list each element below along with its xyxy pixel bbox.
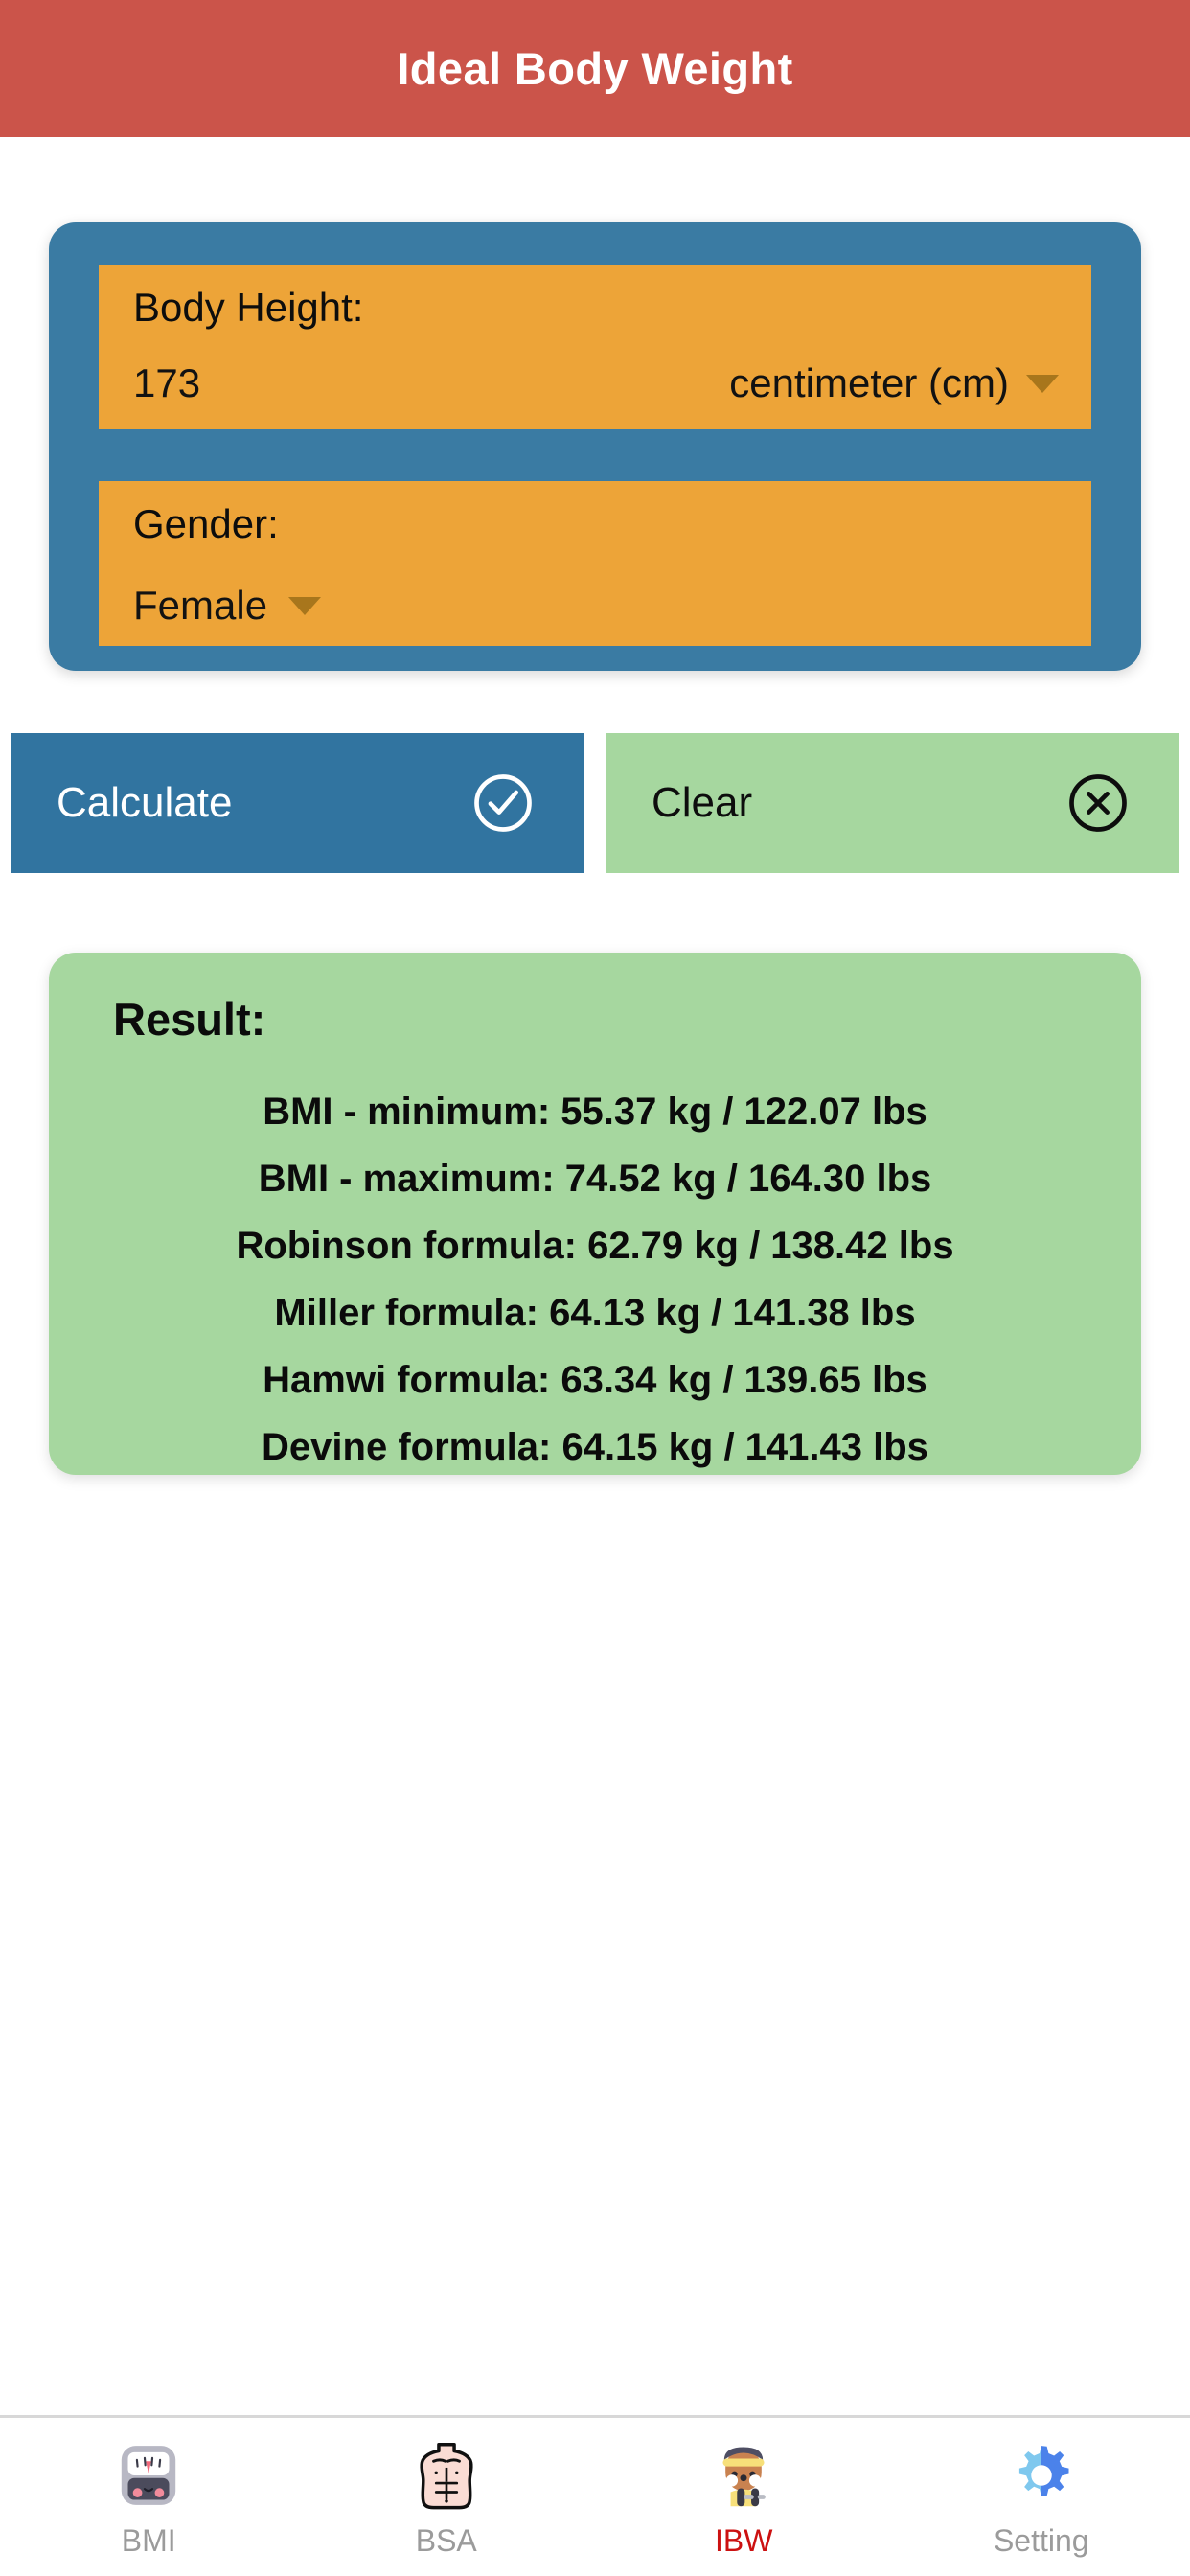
- app-header-bar: Ideal Body Weight: [0, 0, 1190, 137]
- result-line: Hamwi formula: 63.34 kg / 139.65 lbs: [263, 1359, 927, 1401]
- gender-field[interactable]: Gender: Female: [99, 481, 1091, 646]
- result-title: Result:: [113, 994, 266, 1045]
- height-unit-dropdown[interactable]: centimeter (cm): [729, 360, 1059, 406]
- app-screen: Ideal Body Weight Body Height: 173 centi…: [0, 0, 1190, 2576]
- chevron-down-icon: [1026, 374, 1059, 393]
- main-content: Body Height: 173 centimeter (cm) Gender:…: [0, 137, 1190, 2415]
- calculate-button[interactable]: Calculate: [11, 733, 584, 873]
- nav-item-bmi[interactable]: BMI: [0, 2418, 298, 2559]
- nav-label-bsa: BSA: [415, 2523, 477, 2558]
- nav-label-bmi: BMI: [121, 2523, 176, 2558]
- clear-button-label: Clear: [652, 779, 753, 826]
- action-buttons-row: Calculate Clear: [0, 733, 1190, 873]
- result-line: Devine formula: 64.15 kg / 141.43 lbs: [262, 1426, 928, 1468]
- result-line: Miller formula: 64.13 kg / 141.38 lbs: [274, 1292, 916, 1334]
- input-card: Body Height: 173 centimeter (cm) Gender:…: [49, 222, 1141, 671]
- x-circle-icon: [1066, 771, 1130, 835]
- gear-icon: [1000, 2434, 1083, 2517]
- result-line: Robinson formula: 62.79 kg / 138.42 lbs: [236, 1225, 954, 1267]
- body-height-input[interactable]: 173: [133, 360, 200, 406]
- check-circle-icon: [471, 771, 535, 835]
- gender-value[interactable]: Female: [133, 583, 267, 629]
- nav-item-setting[interactable]: Setting: [893, 2418, 1190, 2559]
- bottom-navigation-bar: BMI BSA IBW Setting: [0, 2415, 1190, 2576]
- height-unit-label: centimeter (cm): [729, 360, 1009, 405]
- result-list: BMI - minimum: 55.37 kg / 122.07 lbs BMI…: [49, 1078, 1141, 1481]
- gender-label: Gender:: [133, 501, 279, 546]
- nav-item-bsa[interactable]: BSA: [298, 2418, 596, 2559]
- weight-lifter-icon: [702, 2434, 785, 2517]
- body-height-label: Body Height:: [133, 285, 364, 330]
- result-line: BMI - minimum: 55.37 kg / 122.07 lbs: [263, 1091, 927, 1133]
- nav-item-ibw[interactable]: IBW: [595, 2418, 893, 2559]
- body-height-row: 173 centimeter (cm): [99, 328, 1091, 406]
- clear-button[interactable]: Clear: [606, 733, 1179, 873]
- result-card: Result: BMI - minimum: 55.37 kg / 122.07…: [49, 953, 1141, 1475]
- calculate-button-label: Calculate: [57, 779, 233, 826]
- nav-label-ibw: IBW: [715, 2523, 773, 2558]
- page-title: Ideal Body Weight: [397, 43, 793, 94]
- bathroom-scale-icon: [107, 2434, 190, 2517]
- result-line: BMI - maximum: 74.52 kg / 164.30 lbs: [258, 1158, 932, 1200]
- body-height-field[interactable]: Body Height: 173 centimeter (cm): [99, 264, 1091, 429]
- chevron-down-icon: [288, 596, 322, 615]
- gender-row: Female: [99, 544, 1091, 629]
- torso-body-icon: [405, 2434, 488, 2517]
- nav-label-setting: Setting: [993, 2523, 1089, 2558]
